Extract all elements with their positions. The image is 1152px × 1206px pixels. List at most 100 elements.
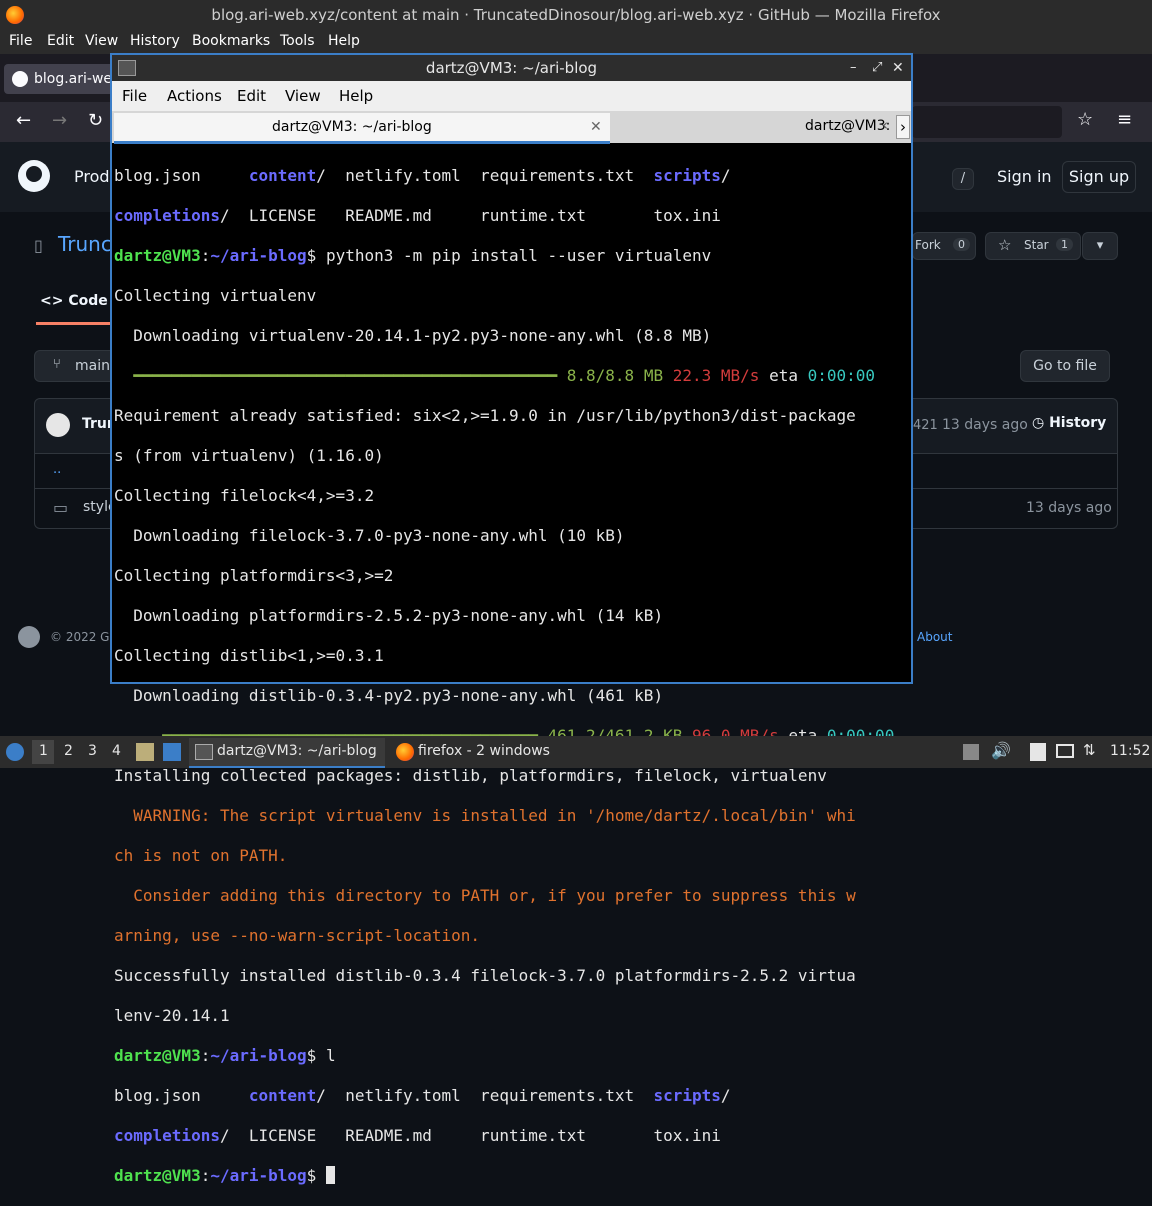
menu-file[interactable]: File (9, 33, 32, 49)
history-link[interactable]: ◷ History (1032, 415, 1106, 431)
firefox-tab[interactable]: blog.ari-web (4, 64, 124, 94)
terminal-line: lenv-20.14.1 (114, 1006, 230, 1025)
back-icon[interactable]: ← (16, 110, 31, 131)
terminal-cursor (325, 1166, 335, 1184)
terminal-window-title: dartz@VM3: ~/ari-blog (425, 59, 598, 77)
parent-dir-link[interactable]: .. (53, 462, 61, 477)
commit-age: 13 days ago (942, 417, 1028, 433)
avatar[interactable] (46, 413, 70, 437)
tab-code-label: Code (68, 293, 108, 309)
github-favicon-icon (12, 71, 28, 87)
clipboard-icon[interactable] (1030, 743, 1046, 761)
terminal-app-icon (118, 60, 136, 76)
terminal-line: Downloading distlib-0.3.4-py2.py3-none-a… (114, 686, 664, 705)
terminal-line: Collecting virtualenv (114, 286, 317, 305)
fork-button[interactable]: Fork 0 (912, 232, 976, 260)
star-button[interactable]: ☆ Star 1 (985, 232, 1081, 260)
clock: 11:52 (1110, 743, 1151, 759)
tab-scroll-right-icon[interactable]: › (896, 115, 910, 139)
tab-code[interactable]: <> Code (40, 293, 108, 309)
firefox-icon (6, 6, 24, 24)
terminal-menu-edit[interactable]: Edit (237, 87, 266, 105)
commit-hash[interactable]: 421 (913, 418, 938, 433)
tab-close-icon[interactable]: ✕ (590, 113, 602, 141)
terminal-titlebar[interactable]: dartz@VM3: ~/ari-blog – ⤢ ✕ (112, 55, 911, 81)
terminal-prompt-line: dartz@VM3:~/ari-blog$ l (114, 1046, 336, 1065)
forward-icon[interactable]: → (52, 110, 67, 131)
terminal-tab-2[interactable]: dartz@VM3: (805, 118, 890, 134)
terminal-progress-line: ━━━━━━━━━━━━━━━━━━━━━━━━━━━━━━━━━━━━━━━━… (133, 366, 876, 385)
close-icon[interactable]: ✕ (892, 55, 904, 81)
terminal-line: completions/ LICENSE README.md runtime.t… (114, 206, 721, 225)
maximize-icon[interactable]: ⤢ (872, 55, 882, 81)
terminal-line: completions/ LICENSE README.md runtime.t… (114, 1126, 721, 1145)
minimize-icon[interactable]: – (850, 55, 857, 81)
history-label: History (1049, 415, 1107, 431)
display-icon[interactable] (1056, 744, 1074, 758)
show-desktop-icon[interactable] (163, 743, 181, 761)
tab-code-underline (36, 322, 110, 325)
terminal-line: Collecting filelock<4,>=3.2 (114, 486, 375, 505)
github-logo-icon[interactable] (18, 160, 50, 192)
terminal-line: Successfully installed distlib-0.3.4 fil… (114, 966, 856, 985)
workspace-1[interactable]: 1 (39, 743, 48, 759)
terminal-tab-1[interactable]: dartz@VM3: ~/ari-blog ✕ (114, 113, 610, 144)
task-firefox-label: firefox - 2 windows (418, 743, 550, 759)
repo-icon: ▯ (34, 236, 43, 255)
task-terminal[interactable]: dartz@VM3: ~/ari-blog (189, 738, 385, 768)
start-menu-icon[interactable] (6, 743, 24, 761)
bookmark-star-icon[interactable]: ☆ (1077, 109, 1093, 130)
terminal-menu-file[interactable]: File (122, 87, 147, 105)
menu-bookmarks[interactable]: Bookmarks (192, 33, 270, 49)
sign-in-link[interactable]: Sign in (997, 167, 1052, 186)
menu-view[interactable]: View (85, 33, 118, 49)
star-icon: ☆ (998, 236, 1012, 254)
menu-help[interactable]: Help (328, 33, 360, 49)
terminal-line: Collecting distlib<1,>=0.3.1 (114, 646, 384, 665)
url-bar[interactable] (912, 106, 1062, 138)
tab-scroll-left-icon[interactable]: ‹ (882, 116, 888, 134)
workspace-2[interactable]: 2 (64, 743, 73, 759)
fork-count: 0 (953, 238, 970, 251)
star-dropdown-chevron-icon[interactable]: ▾ (1082, 232, 1118, 260)
task-terminal-label: dartz@VM3: ~/ari-blog (217, 743, 377, 759)
footer-about-link[interactable]: About (917, 630, 952, 644)
firefox-titlebar: blog.ari-web.xyz/content at main · Trunc… (0, 0, 1152, 30)
terminal-tab-1-label: dartz@VM3: ~/ari-blog (272, 119, 432, 135)
terminal-line: blog.json content/ netlify.toml requirem… (114, 166, 731, 185)
go-to-file-button[interactable]: Go to file (1020, 350, 1110, 382)
reload-icon[interactable]: ↻ (88, 110, 103, 131)
star-label: Star (1024, 238, 1049, 252)
terminal-output[interactable]: blog.json content/ netlify.toml requirem… (114, 146, 904, 1185)
code-icon: <> (40, 293, 64, 309)
search-slash-key: / (952, 168, 974, 190)
file-manager-icon[interactable] (136, 743, 154, 761)
terminal-warning-line: WARNING: The script virtualenv is instal… (114, 806, 856, 825)
workspace-4[interactable]: 4 (112, 743, 121, 759)
firefox-tab-label: blog.ari-web (34, 71, 121, 87)
terminal-menubar: File Actions Edit View Help (112, 81, 911, 111)
tray-storage-icon[interactable] (963, 744, 979, 760)
taskbar: 1 2 3 4 dartz@VM3: ~/ari-blog firefox - … (0, 736, 1152, 768)
terminal-menu-help[interactable]: Help (339, 87, 373, 105)
sign-up-button[interactable]: Sign up (1062, 161, 1136, 193)
menu-history[interactable]: History (130, 33, 180, 49)
terminal-line: Requirement already satisfied: six<2,>=1… (114, 406, 856, 425)
terminal-line: s (from virtualenv) (1.16.0) (114, 446, 384, 465)
terminal-warning-line: arning, use --no-warn-script-location. (114, 926, 481, 945)
terminal-line: Collecting platformdirs<3,>=2 (114, 566, 394, 585)
branch-selector[interactable]: ⑂ main (34, 350, 116, 382)
footer-github-logo-icon[interactable] (18, 626, 40, 648)
volume-icon[interactable]: 🔊 (991, 741, 1011, 760)
hamburger-menu-icon[interactable]: ≡ (1117, 109, 1132, 130)
workspace-3[interactable]: 3 (88, 743, 97, 759)
terminal-menu-actions[interactable]: Actions (167, 87, 222, 105)
menu-edit[interactable]: Edit (47, 33, 74, 49)
file-icon: ▭ (53, 498, 69, 517)
history-clock-icon: ◷ (1032, 415, 1045, 431)
network-icon[interactable]: ⇅ (1083, 741, 1096, 759)
terminal-menu-view[interactable]: View (285, 87, 321, 105)
firefox-window-title: blog.ari-web.xyz/content at main · Trunc… (211, 6, 941, 24)
task-firefox[interactable]: firefox - 2 windows (392, 738, 562, 766)
menu-tools[interactable]: Tools (280, 33, 315, 49)
